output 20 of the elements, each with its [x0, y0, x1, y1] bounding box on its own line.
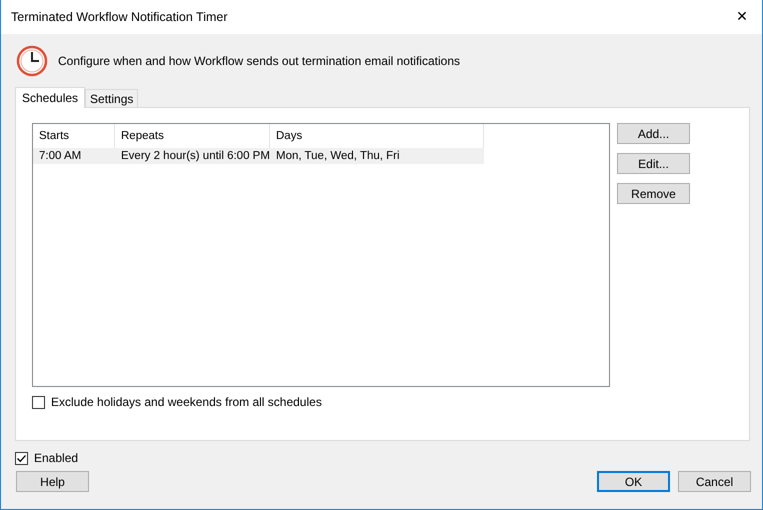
dialog-button[interactable]: Cancel — [678, 471, 751, 492]
checkbox-label: Exclude holidays and weekends from all schedules — [51, 395, 322, 409]
tab[interactable]: Settings — [85, 89, 138, 107]
list-action-button[interactable]: Edit... — [617, 153, 690, 174]
dialog-button[interactable]: Help — [16, 471, 89, 492]
checkbox[interactable] — [32, 396, 45, 408]
list-action-button[interactable]: Remove — [617, 183, 690, 204]
tab[interactable]: Schedules — [15, 87, 86, 108]
window-title: Terminated Workflow Notification Timer — [11, 10, 228, 24]
table-cell-text: 7:00 AM — [38, 149, 82, 164]
table-cell-text: Mon, Tue, Wed, Thu, Fri — [275, 149, 401, 164]
table-cell-text: Every 2 hour(s) until 6:00 PM — [120, 149, 270, 164]
checkbox[interactable] — [15, 452, 28, 464]
checkbox-label: Enabled — [34, 451, 78, 465]
description-text: Configure when and how Workflow sends out termination email notifications — [58, 54, 460, 68]
clock-icon — [16, 45, 48, 77]
dialog-button[interactable]: OK — [597, 471, 670, 492]
table-row[interactable]: 7:00 AM Every 2 hour(s) until 6:00 PM Mon, Tue, Wed, Thu, Fri — [33, 148, 484, 164]
close-button[interactable]: ✕ — [722, 0, 762, 34]
list-action-button[interactable]: Add... — [617, 123, 690, 144]
